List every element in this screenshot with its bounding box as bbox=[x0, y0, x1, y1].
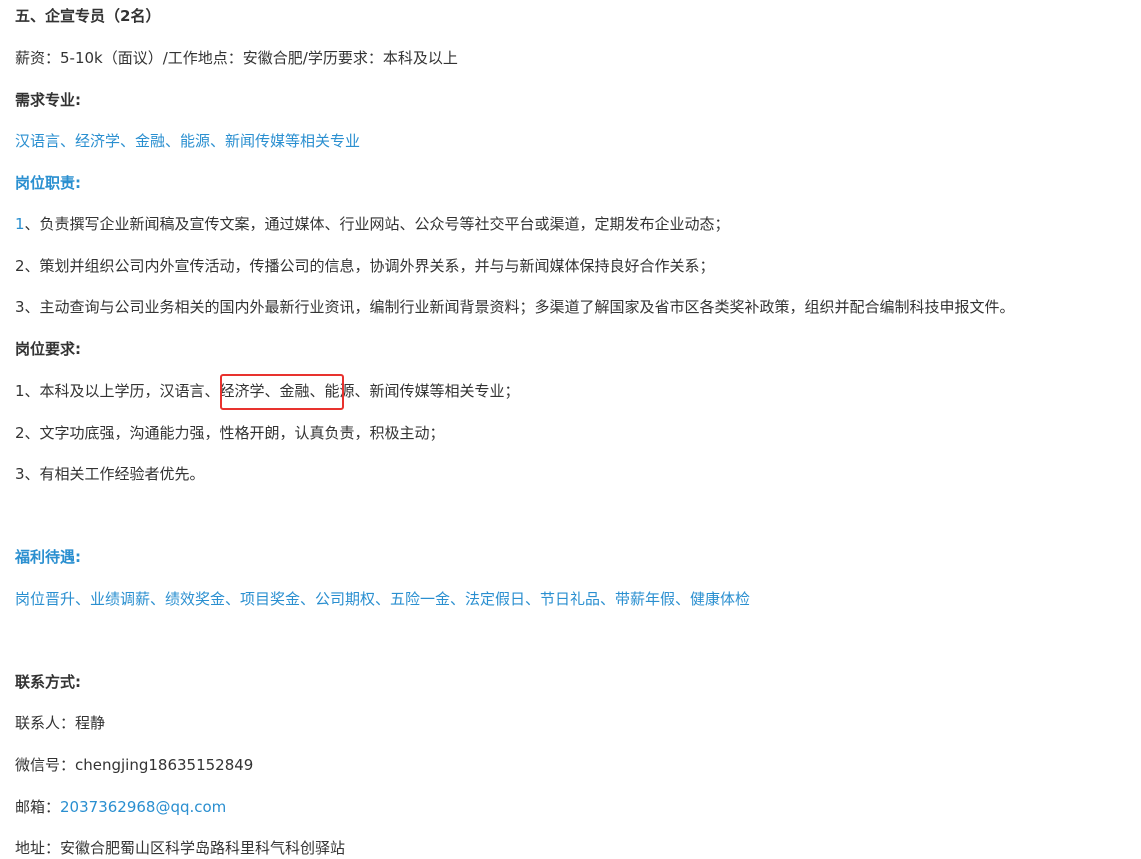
duty-number: 3 bbox=[15, 298, 25, 316]
duty-text: 、负责撰写企业新闻稿及宣传文案，通过媒体、行业网站、公众号等社交平台或渠道，定期… bbox=[24, 215, 730, 233]
contact-address: 地址：安徽合肥蜀山区科学岛路科里科气科创驿站 bbox=[15, 839, 346, 857]
salary-line: 薪资：5-10k（面议）/工作地点：安徽合肥/学历要求：本科及以上 bbox=[15, 49, 458, 67]
contact-heading: 联系方式: bbox=[15, 673, 81, 691]
benefits-text: 岗位晋升、业绩调薪、绩效奖金、项目奖金、公司期权、五险一金、法定假日、节日礼品、… bbox=[15, 590, 751, 608]
contact-wechat: 微信号：chengjing18635152849 bbox=[15, 756, 254, 774]
duty-number: 1 bbox=[15, 215, 25, 233]
requirement-item: 3、有相关工作经验者优先。 bbox=[15, 465, 205, 483]
duty-text: 、策划并组织公司内外宣传活动，传播公司的信息，协调外界关系，并与与新闻媒体保持良… bbox=[24, 257, 715, 275]
job-title: 五、企宣专员（2名） bbox=[15, 7, 161, 25]
benefits-heading: 福利待遇: bbox=[15, 548, 81, 566]
email-label: 邮箱： bbox=[15, 798, 61, 816]
highlight-box bbox=[220, 374, 344, 410]
duty-item: 1、负责撰写企业新闻稿及宣传文案，通过媒体、行业网站、公众号等社交平台或渠道，定… bbox=[15, 213, 730, 235]
duties-heading: 岗位职责: bbox=[15, 174, 81, 192]
duty-item: 3、主动查询与公司业务相关的国内外最新行业资讯，编制行业新闻背景资料；多渠道了解… bbox=[15, 296, 1015, 318]
contact-person: 联系人：程静 bbox=[15, 714, 106, 732]
email-link[interactable]: 2037362968@qq.com bbox=[60, 798, 226, 816]
requirement-item: 2、文字功底强，沟通能力强，性格开朗，认真负责，积极主动； bbox=[15, 424, 445, 442]
major-heading: 需求专业: bbox=[15, 91, 81, 109]
requirements-heading: 岗位要求: bbox=[15, 340, 81, 358]
major-text: 汉语言、经济学、金融、能源、新闻传媒等相关专业 bbox=[15, 132, 361, 150]
duty-number: 2 bbox=[15, 257, 25, 275]
duty-item: 2、策划并组织公司内外宣传活动，传播公司的信息，协调外界关系，并与与新闻媒体保持… bbox=[15, 255, 715, 277]
duty-text: 、主动查询与公司业务相关的国内外最新行业资讯，编制行业新闻背景资料；多渠道了解国… bbox=[24, 298, 1015, 316]
contact-email-row: 邮箱：2037362968@qq.com bbox=[15, 796, 226, 818]
